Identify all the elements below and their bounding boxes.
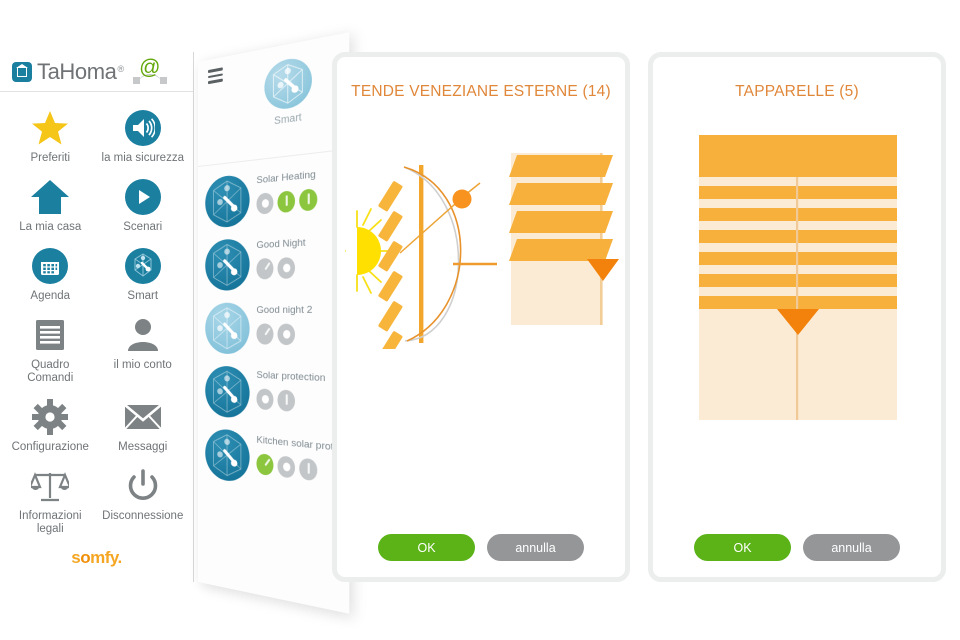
- scenario-status-dots: [256, 323, 312, 346]
- smart-label: Smart: [274, 111, 302, 128]
- sidebar-label: La mia casa: [19, 221, 82, 233]
- sidebar-menu-grid: Preferiti la mia sicurezza La mia casa S…: [0, 92, 193, 542]
- somfy-logo: somfy.: [0, 548, 193, 568]
- cancel-button[interactable]: annulla: [803, 534, 900, 561]
- ok-button[interactable]: OK: [694, 534, 791, 561]
- sidebar-item-smart[interactable]: Smart: [97, 242, 190, 309]
- scenario-name: Solar Heating: [256, 168, 316, 187]
- status-dot-clock: [256, 257, 274, 280]
- status-dot-gray: [277, 455, 296, 479]
- network-icon: [205, 365, 250, 420]
- at-connection-icon: @: [133, 55, 168, 85]
- tahoma-house-logo-icon: [12, 61, 32, 82]
- brand-bar: TaHoma® @: [0, 52, 193, 92]
- network-icon: [122, 245, 164, 287]
- ok-button[interactable]: OK: [378, 534, 475, 561]
- status-dot-gray: [277, 256, 296, 279]
- sidebar-label: il mio conto: [113, 359, 172, 371]
- brand-text: TaHoma: [37, 58, 117, 84]
- sidebar-label: Smart: [127, 290, 159, 302]
- at-symbol: @: [139, 55, 161, 79]
- scenario-name: Solar protection: [256, 369, 326, 385]
- scenario-panel-wrapper: Smart Solar Heating Good Night Good nigh…: [194, 32, 350, 614]
- sidebar-item-configurazione[interactable]: Configurazione: [4, 393, 97, 460]
- sidebar-item-la-mia-sicurezza[interactable]: la mia sicurezza: [97, 104, 190, 171]
- sidebar-label: la mia sicurezza: [101, 152, 184, 164]
- gear-icon: [29, 396, 71, 438]
- calendar-icon: [29, 245, 71, 287]
- sidebar-label: Preferiti: [30, 152, 71, 164]
- document-icon: [29, 314, 71, 356]
- brand-name: TaHoma®: [32, 59, 124, 85]
- roller-shutters-card: TAPPARELLE (5) OK annulla: [648, 52, 946, 582]
- blinds-card-actions: OK annulla: [337, 534, 625, 561]
- sidebar-item-disconnessione[interactable]: Disconnessione: [97, 462, 190, 542]
- scales-icon: [29, 465, 71, 507]
- scenario-panel: Smart Solar Heating Good Night Good nigh…: [198, 32, 350, 614]
- status-dot-gray: [256, 192, 274, 215]
- roller-shutter-control-icon[interactable]: [699, 135, 897, 420]
- app-sidebar: TaHoma® @ Preferiti la mia sicurezza La …: [0, 52, 194, 582]
- registered-mark: ®: [117, 64, 125, 75]
- sidebar-label: Configurazione: [11, 441, 89, 453]
- scenario-name: Good night 2: [256, 304, 313, 317]
- status-dot-gray: [277, 323, 296, 346]
- house-icon: [29, 176, 71, 218]
- star-icon: [29, 107, 71, 149]
- sidebar-item-il-mio-conto[interactable]: il mio conto: [97, 311, 190, 391]
- somfy-logo-text: somfy.: [71, 548, 122, 567]
- scenario-status-dots: [256, 388, 325, 414]
- network-icon: [264, 54, 312, 113]
- cancel-button[interactable]: annulla: [487, 534, 584, 561]
- status-dot-green: [299, 188, 318, 212]
- network-icon: [205, 427, 250, 484]
- sidebar-item-agenda[interactable]: Agenda: [4, 242, 97, 309]
- scenario-status-dots: [256, 188, 318, 215]
- status-dot-gray: [256, 388, 274, 411]
- shutters-graphic-stage: [653, 127, 941, 499]
- blinds-graphic-stage: [337, 127, 625, 499]
- user-icon: [122, 314, 164, 356]
- venetian-blinds-card: TENDE VENEZIANE ESTERNE (14) OK annulla: [332, 52, 630, 582]
- list-item[interactable]: Good Night: [198, 219, 349, 291]
- play-icon: [122, 176, 164, 218]
- smart-header-badge: Smart: [253, 52, 325, 130]
- sidebar-label: Informazioni legali: [18, 510, 82, 535]
- status-dot-green: [277, 190, 296, 214]
- page-title: TENDE VENEZIANE ESTERNE (14): [351, 83, 611, 100]
- sidebar-label: Agenda: [30, 290, 71, 302]
- network-icon: [205, 173, 250, 229]
- list-item[interactable]: Kitchen solar protection: [198, 415, 349, 496]
- sidebar-item-preferiti[interactable]: Preferiti: [4, 104, 97, 171]
- sidebar-item-quadro-comandi[interactable]: Quadro Comandi: [4, 311, 97, 391]
- sidebar-item-la-mia-casa[interactable]: La mia casa: [4, 173, 97, 240]
- network-icon: [205, 238, 250, 291]
- sidebar-label: Messaggi: [118, 441, 168, 453]
- sidebar-item-informazioni-legali[interactable]: Informazioni legali: [4, 462, 97, 542]
- sidebar-item-scenari[interactable]: Scenari: [97, 173, 190, 240]
- status-dot-clock: [256, 323, 274, 345]
- scenario-panel-header: Smart: [198, 32, 350, 167]
- sidebar-label: Quadro Comandi: [27, 359, 74, 384]
- power-icon: [122, 465, 164, 507]
- scenario-name: Good Night: [256, 237, 306, 252]
- sidebar-label: Scenari: [123, 221, 163, 233]
- list-item[interactable]: Good night 2: [198, 288, 349, 357]
- speaker-icon: [122, 107, 164, 149]
- status-dot-gray: [299, 457, 318, 482]
- scenario-status-dots: [256, 256, 305, 280]
- shutters-card-actions: OK annulla: [653, 534, 941, 561]
- sidebar-item-messaggi[interactable]: Messaggi: [97, 393, 190, 460]
- network-icon: [205, 302, 250, 355]
- envelope-icon: [122, 396, 164, 438]
- status-dot-green-clock: [256, 453, 274, 477]
- status-dot-gray: [277, 389, 296, 412]
- venetian-blind-control-icon[interactable]: [509, 153, 619, 328]
- hamburger-icon[interactable]: [207, 67, 223, 87]
- page-title: TAPPARELLE (5): [735, 83, 859, 100]
- sidebar-label: Disconnessione: [102, 510, 184, 522]
- sun-angle-diagram-icon[interactable]: [345, 149, 510, 349]
